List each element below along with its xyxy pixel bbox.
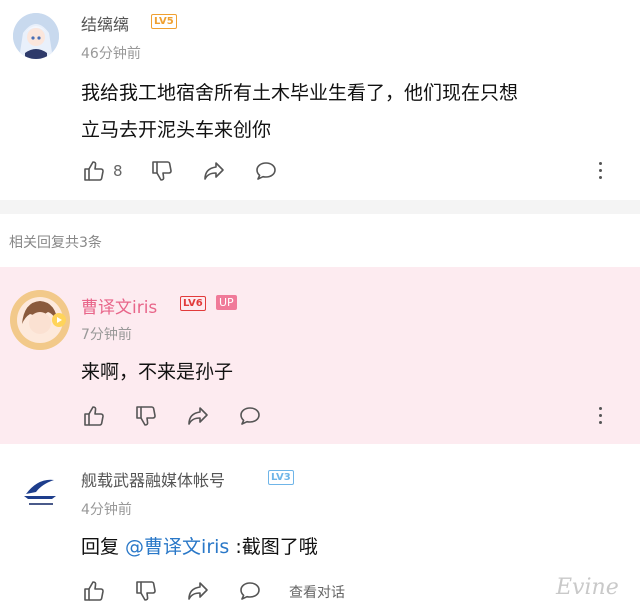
comment-text-line2: 立马去开泥头车来创你 bbox=[81, 119, 272, 141]
dislike-icon[interactable] bbox=[150, 159, 174, 183]
more-options-icon[interactable] bbox=[598, 407, 604, 427]
reply-text: 来啊，不来是孙子 bbox=[81, 361, 234, 383]
reply-bubble-icon[interactable] bbox=[238, 579, 262, 603]
comment-text-line1: 我给我工地宿舍所有土木毕业生看了，他们现在只想 bbox=[81, 82, 519, 104]
username[interactable]: 舰载武器融媒体帐号 bbox=[81, 467, 225, 491]
reply-prefix: 回复 bbox=[81, 536, 126, 558]
like-icon[interactable] bbox=[82, 579, 106, 603]
watermark: Evine bbox=[556, 575, 619, 600]
related-replies-header: 相关回复共3条 bbox=[9, 235, 102, 251]
mention-link[interactable]: @曹译文iris bbox=[125, 536, 229, 558]
warship-logo-icon bbox=[13, 463, 69, 519]
like-icon[interactable] bbox=[82, 404, 106, 428]
view-conversation-link[interactable]: 查看对话 bbox=[289, 582, 345, 602]
like-count: 8 bbox=[113, 162, 123, 180]
anime-avatar-icon bbox=[13, 13, 59, 59]
share-icon[interactable] bbox=[202, 159, 226, 183]
reply-suffix: :截图了哦 bbox=[229, 536, 318, 558]
level-badge: LV3 bbox=[268, 470, 294, 485]
share-icon[interactable] bbox=[186, 404, 210, 428]
reply-time: 7分钟前 bbox=[81, 327, 132, 343]
like-icon[interactable] bbox=[82, 159, 106, 183]
comment-text: 我给我工地宿舍所有土木毕业生看了，他们现在只想 立马去开泥头车来创你 bbox=[81, 75, 518, 149]
up-badge: UP bbox=[216, 295, 237, 310]
more-options-icon[interactable] bbox=[598, 162, 604, 182]
dislike-icon[interactable] bbox=[134, 404, 158, 428]
level-badge: LV6 bbox=[180, 296, 206, 311]
comment-time: 46分钟前 bbox=[81, 46, 141, 62]
share-icon[interactable] bbox=[186, 579, 210, 603]
level-badge: LV5 bbox=[151, 14, 177, 29]
divider bbox=[0, 200, 640, 214]
username[interactable]: 曹译文iris bbox=[81, 293, 157, 318]
reply-text: 回复 @曹译文iris :截图了哦 bbox=[81, 529, 318, 566]
reply-bubble-icon[interactable] bbox=[238, 404, 262, 428]
username[interactable]: 结缡缡 bbox=[81, 11, 129, 35]
avatar[interactable] bbox=[10, 290, 70, 350]
reply-bubble-icon[interactable] bbox=[254, 159, 278, 183]
avatar[interactable] bbox=[13, 13, 59, 59]
reply-time: 4分钟前 bbox=[81, 502, 132, 518]
user-avatar-icon bbox=[10, 290, 70, 350]
dislike-icon[interactable] bbox=[134, 579, 158, 603]
avatar[interactable] bbox=[12, 462, 70, 520]
